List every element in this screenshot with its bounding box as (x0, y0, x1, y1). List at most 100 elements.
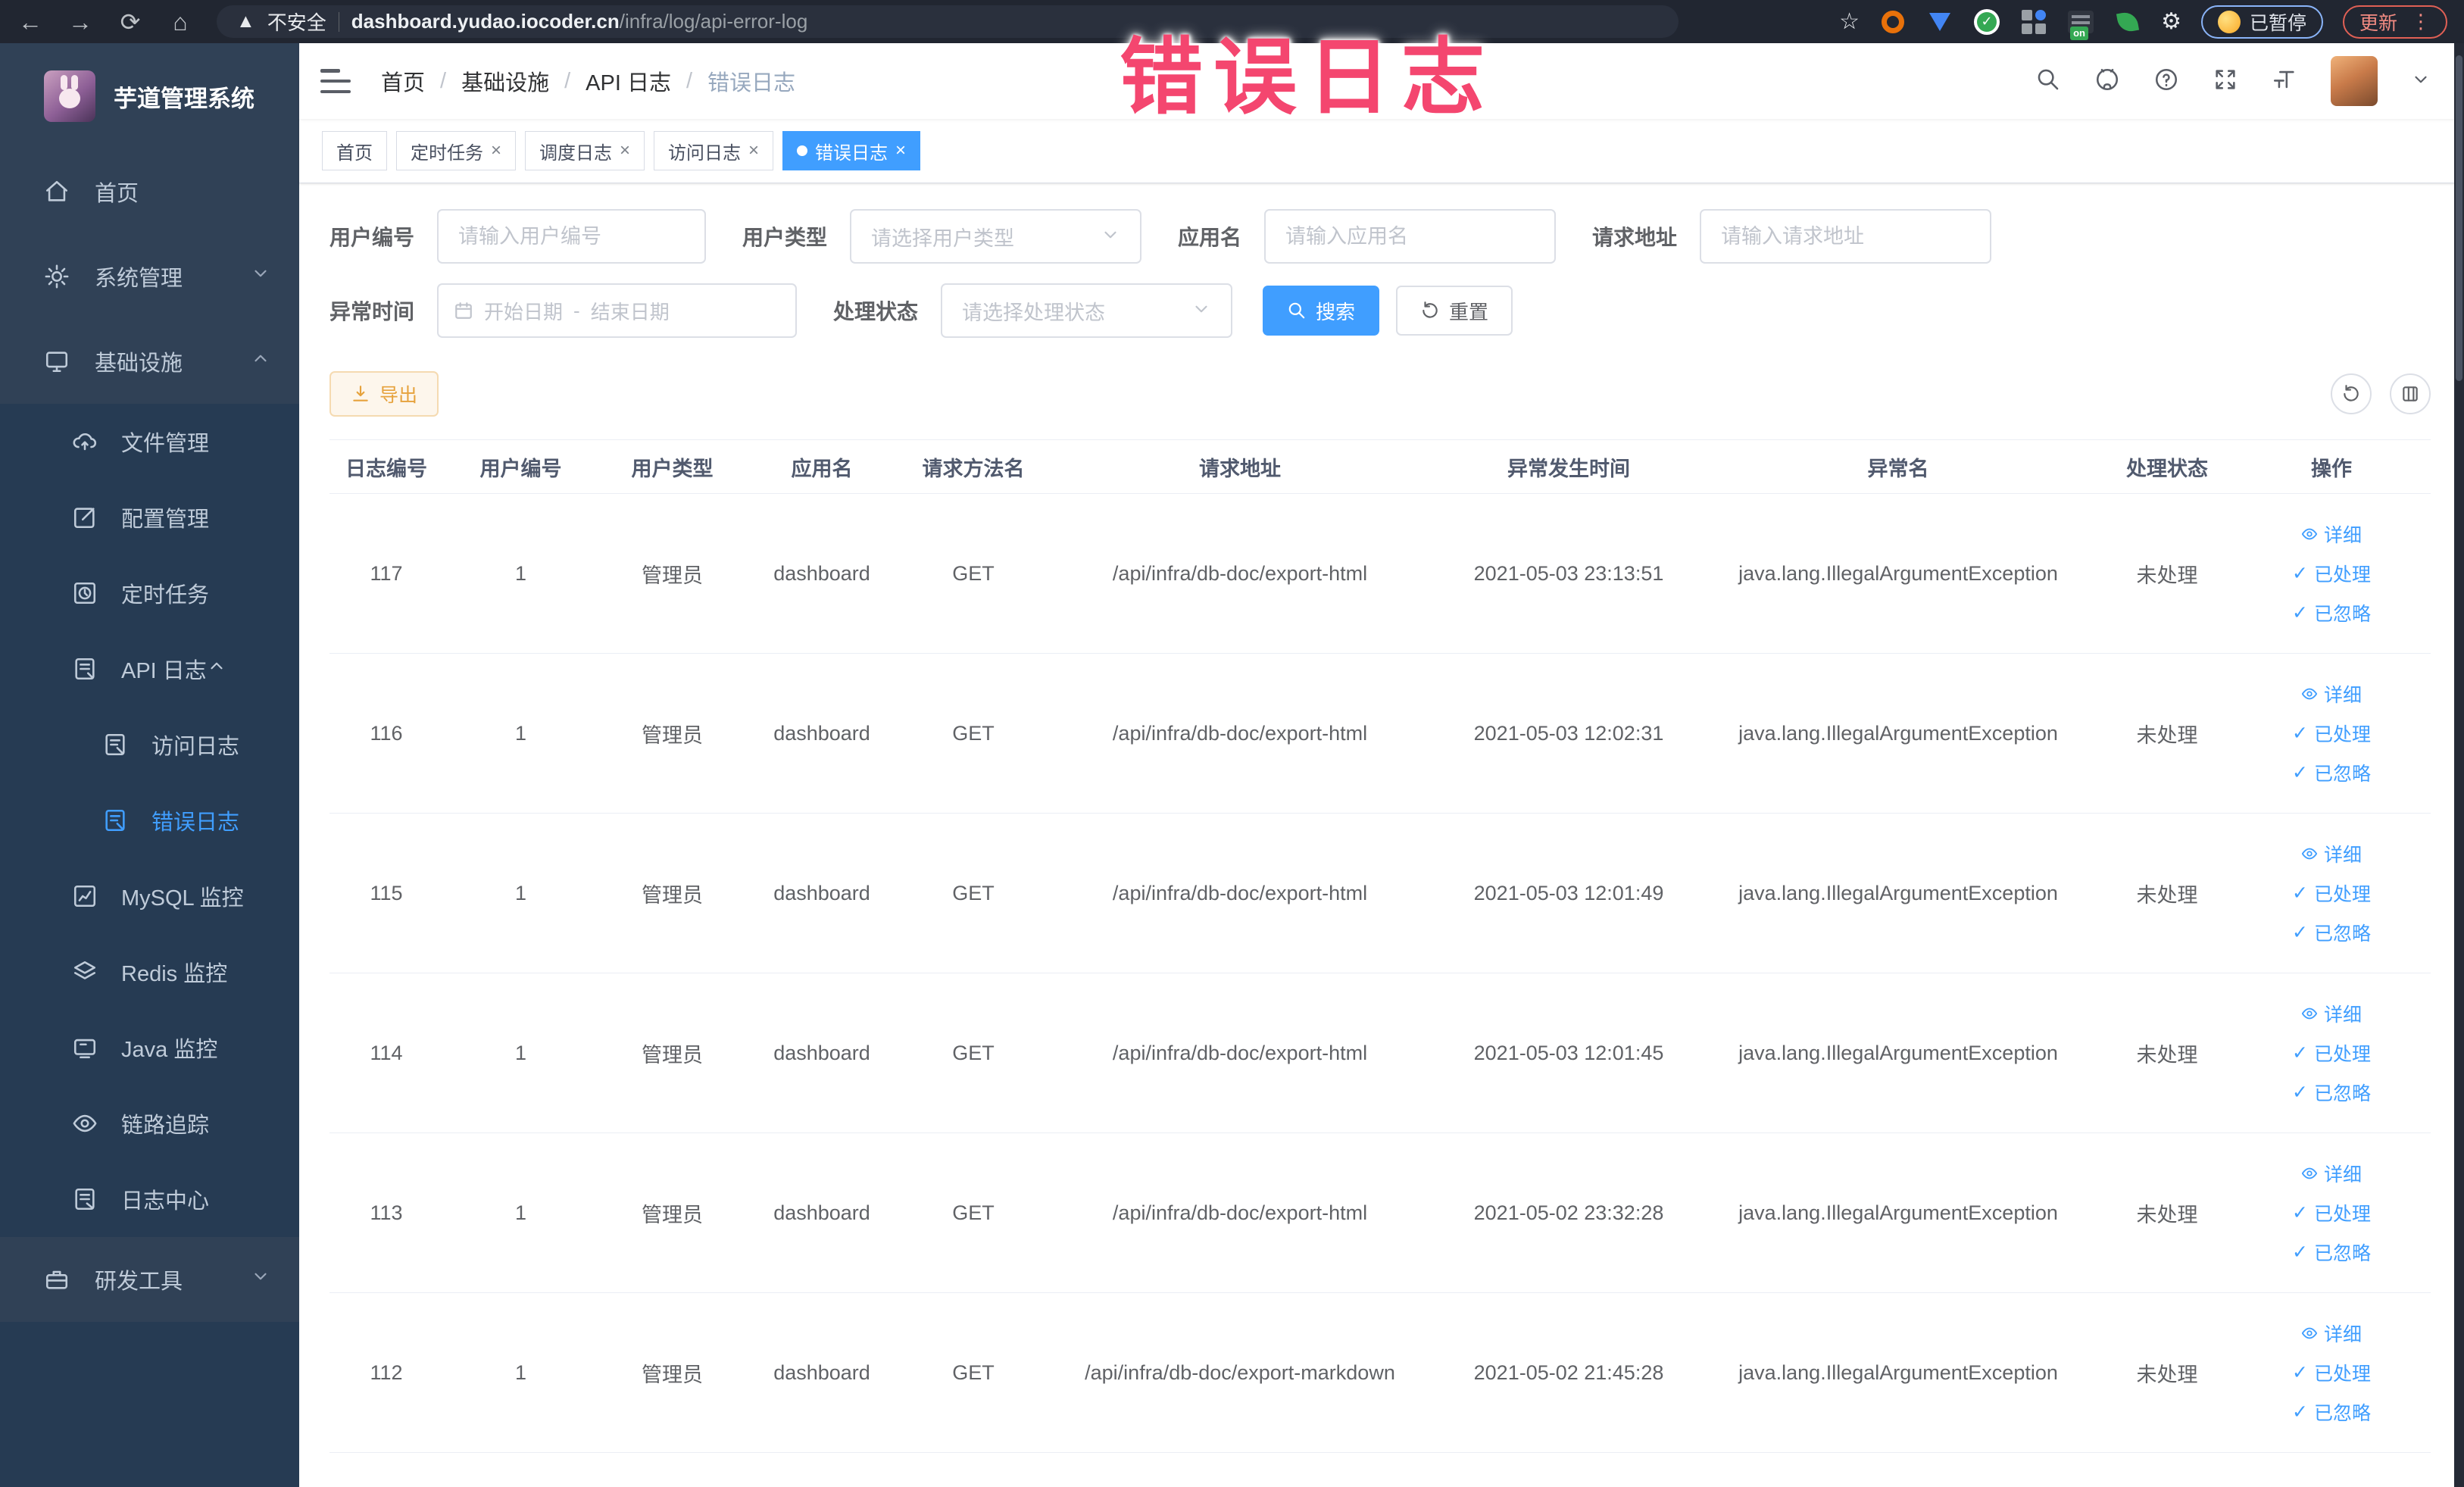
extension-orange-icon[interactable] (1879, 8, 1907, 36)
date-range-picker[interactable]: 开始日期 - 结束日期 (437, 283, 798, 338)
tab-home[interactable]: 首页 (322, 131, 387, 170)
table-row: 115 1 管理员 dashboard GET /api/infra/db-do… (329, 814, 2431, 973)
browser-forward-icon[interactable]: → (67, 10, 94, 34)
table-body: 117 1 管理员 dashboard GET /api/infra/db-do… (329, 494, 2431, 1453)
sidebar-item-config-management[interactable]: 配置管理 (0, 480, 299, 555)
detail-link[interactable]: 详细 (2301, 1320, 2362, 1347)
tab-error-log[interactable]: 错误日志 × (782, 131, 921, 170)
tab-schedule-log[interactable]: 调度日志 × (525, 131, 645, 170)
sidebar-item-system[interactable]: 系统管理 (0, 234, 299, 319)
breadcrumb-infrastructure[interactable]: 基础设施 (461, 65, 549, 97)
app-name-input[interactable] (1264, 209, 1557, 264)
detail-link[interactable]: 详细 (2301, 680, 2362, 708)
chevron-down-icon (251, 264, 270, 289)
cell-exception-time: 2021-05-03 23:13:51 (1473, 561, 1664, 585)
mark-ignored-link[interactable]: ✓ 已忽略 (2292, 759, 2371, 786)
col-header-exception-time: 异常发生时间 (1507, 457, 1630, 480)
request-url-input[interactable] (1700, 209, 1992, 264)
detail-link[interactable]: 详细 (2301, 840, 2362, 867)
sidebar-item-redis-monitor[interactable]: Redis 监控 (0, 934, 299, 1010)
close-icon[interactable]: × (491, 140, 501, 161)
mark-processed-link[interactable]: ✓ 已处理 (2292, 1359, 2371, 1386)
extension-on-switch-icon[interactable]: on (2067, 8, 2094, 40)
mark-ignored-link[interactable]: ✓ 已忽略 (2292, 599, 2371, 626)
close-icon[interactable]: × (620, 140, 630, 161)
scrollbar-track[interactable] (2454, 43, 2464, 1487)
breadcrumb-api-log[interactable]: API 日志 (586, 65, 671, 97)
browser-reload-icon[interactable]: ⟳ (117, 10, 144, 34)
request-url-label: 请求地址 (1592, 226, 1678, 249)
check-icon: ✓ (2292, 723, 2308, 744)
extension-leaf-icon[interactable] (2114, 8, 2141, 36)
browser-back-icon[interactable]: ← (17, 10, 44, 34)
avatar-caret-icon[interactable] (2411, 70, 2431, 93)
github-icon[interactable] (2094, 67, 2120, 96)
mark-processed-link[interactable]: ✓ 已处理 (2292, 720, 2371, 747)
reset-button[interactable]: 重置 (1396, 286, 1513, 336)
sidebar-item-access-log[interactable]: 访问日志 (0, 707, 299, 783)
help-icon[interactable] (2153, 67, 2179, 96)
mark-ignored-link[interactable]: ✓ 已忽略 (2292, 1239, 2371, 1266)
mark-processed-link[interactable]: ✓ 已处理 (2292, 879, 2371, 907)
export-button[interactable]: 导出 (329, 371, 439, 417)
extensions-puzzle-icon[interactable]: ⚙ (2161, 8, 2181, 35)
sidebar-item-dev-tools[interactable]: 研发工具 (0, 1237, 299, 1322)
mark-ignored-link[interactable]: ✓ 已忽略 (2292, 1079, 2371, 1106)
refresh-table-button[interactable] (2331, 373, 2372, 414)
sidebar-item-file-management[interactable]: 文件管理 (0, 404, 299, 480)
detail-link[interactable]: 详细 (2301, 1160, 2362, 1187)
mark-ignored-link[interactable]: ✓ 已忽略 (2292, 919, 2371, 946)
bookmark-star-icon[interactable]: ☆ (1839, 8, 1860, 35)
tab-scheduled-jobs[interactable]: 定时任务 × (396, 131, 517, 170)
table-row: 116 1 管理员 dashboard GET /api/infra/db-do… (329, 654, 2431, 814)
sidebar-item-tracing[interactable]: 链路追踪 (0, 1086, 299, 1161)
app-logo-row[interactable]: 芋道管理系统 (0, 43, 299, 149)
close-icon[interactable]: × (895, 140, 906, 161)
cell-request-url: /api/infra/db-doc/export-html (1112, 881, 1368, 904)
sidebar-item-mysql-monitor[interactable]: MySQL 监控 (0, 858, 299, 934)
scrollbar-thumb[interactable] (2456, 55, 2462, 381)
extension-green-check-icon[interactable]: ✓ (1973, 8, 2000, 36)
cell-request-url: /api/infra/db-doc/export-html (1112, 1201, 1368, 1224)
mark-processed-link[interactable]: ✓ 已处理 (2292, 1039, 2371, 1067)
mark-ignored-link[interactable]: ✓ 已忽略 (2292, 1398, 2371, 1426)
extension-blue-icon[interactable] (1926, 8, 1953, 36)
table-header-row: 日志编号 用户编号 用户类型 应用名 请求方法名 请求地址 异常发生时间 异常名… (329, 439, 2431, 494)
eye-icon (70, 1111, 100, 1136)
user-type-select[interactable]: 请选择用户类型 (850, 209, 1142, 264)
detail-link[interactable]: 详细 (2301, 1000, 2362, 1027)
cell-exception-time: 2021-05-02 21:45:28 (1473, 1360, 1664, 1384)
sidebar-item-java-monitor[interactable]: Java 监控 (0, 1010, 299, 1086)
fullscreen-icon[interactable] (2213, 67, 2238, 96)
update-button[interactable]: 更新 ⋮ (2342, 5, 2447, 39)
sidebar-item-scheduled-jobs[interactable]: 定时任务 (0, 555, 299, 631)
sidebar-item-log-center[interactable]: 日志中心 (0, 1161, 299, 1237)
breadcrumb-home[interactable]: 首页 (381, 65, 425, 97)
user-id-input[interactable] (437, 209, 707, 264)
search-icon[interactable] (2035, 67, 2061, 96)
url-path: /infra/log/api-error-log (619, 10, 808, 33)
search-button[interactable]: 搜索 (1263, 286, 1380, 336)
cell-method: GET (952, 881, 995, 904)
process-status-select[interactable]: 请选择处理状态 (941, 283, 1233, 338)
mark-processed-link[interactable]: ✓ 已处理 (2292, 1199, 2371, 1226)
sidebar-item-infrastructure[interactable]: 基础设施 (0, 319, 299, 404)
filter-row-2: 异常时间 开始日期 - 结束日期 处理状态 请选择处理状态 搜索 重置 (329, 283, 2431, 338)
paused-badge[interactable]: 已暂停 (2200, 5, 2323, 39)
sidebar-toggle-icon[interactable] (320, 69, 351, 93)
mark-processed-link[interactable]: ✓ 已处理 (2292, 560, 2371, 587)
cell-request-url: /api/infra/db-doc/export-html (1112, 1041, 1368, 1064)
browser-menu-icon[interactable]: ⋮ (2411, 10, 2431, 33)
detail-link[interactable]: 详细 (2301, 520, 2362, 548)
sidebar-item-home[interactable]: 首页 (0, 149, 299, 234)
sidebar-item-error-log[interactable]: 错误日志 (0, 783, 299, 858)
close-icon[interactable]: × (748, 140, 759, 161)
extension-grid-icon[interactable] (2020, 8, 2047, 36)
sidebar-item-api-log[interactable]: API 日志 (0, 631, 299, 707)
browser-home-icon[interactable]: ⌂ (167, 10, 194, 34)
user-avatar[interactable] (2331, 56, 2378, 106)
column-settings-button[interactable] (2390, 373, 2431, 414)
tab-access-log[interactable]: 访问日志 × (654, 131, 774, 170)
cell-exception-name: java.lang.IllegalArgumentException (1738, 561, 2058, 585)
font-size-icon[interactable] (2272, 67, 2297, 96)
